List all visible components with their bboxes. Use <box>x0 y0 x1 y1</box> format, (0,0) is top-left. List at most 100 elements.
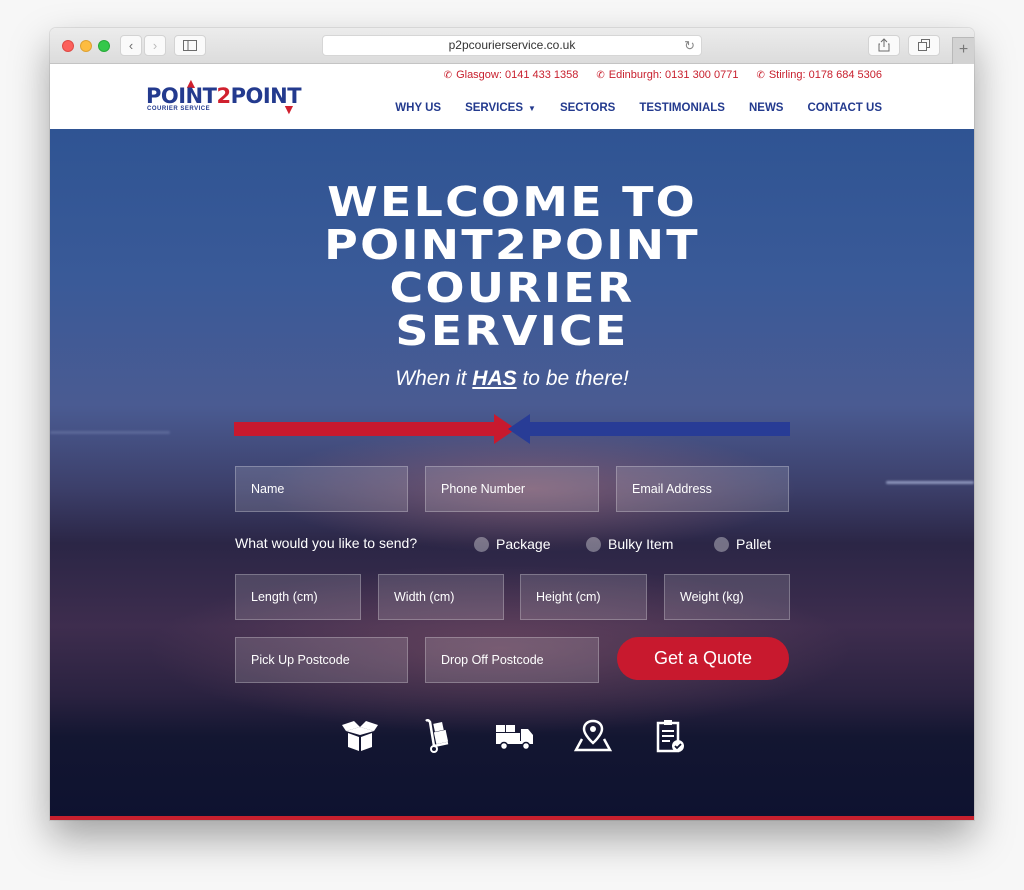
nav-label: CONTACT US <box>807 102 882 114</box>
tagline-emphasis: HAS <box>472 367 517 390</box>
nav-label: TESTIMONIALS <box>639 102 725 114</box>
new-tab-button[interactable]: + <box>952 37 974 64</box>
phone-icon: ✆ <box>756 69 765 81</box>
service-icons <box>340 719 690 755</box>
minimize-window-button[interactable] <box>80 40 92 52</box>
logo-part-1: POINT <box>146 84 217 108</box>
close-window-button[interactable] <box>62 40 74 52</box>
sidebar-toggle-button[interactable] <box>174 35 206 56</box>
hero-title-line: POINT2POINT <box>324 221 700 269</box>
logo-text: POINT2POINT <box>146 84 302 108</box>
phone-icon: ✆ <box>596 69 605 81</box>
nav-news[interactable]: NEWS <box>749 102 784 114</box>
chevron-left-icon: ‹ <box>128 38 134 53</box>
forward-button[interactable]: › <box>144 35 166 56</box>
browser-toolbar: ‹ › p2pcourierservice.co.uk ↻ + <box>50 28 974 64</box>
radio-bulky-item[interactable]: Bulky Item <box>586 536 673 552</box>
hero-title-line: SERVICE <box>395 307 629 355</box>
phone-stirling[interactable]: ✆ Stirling: 0178 684 5306 <box>756 69 882 81</box>
blue-arrow-head <box>508 414 530 444</box>
placeholder: Email Address <box>632 482 712 496</box>
logo-subtitle: COURIER SERVICE <box>147 106 211 112</box>
light-streak <box>50 431 170 434</box>
light-streak <box>886 481 974 484</box>
radio-label: Package <box>496 536 551 552</box>
nav-label: SECTORS <box>559 102 616 114</box>
hand-truck-icon <box>424 719 448 753</box>
tagline: When it HAS to be there! <box>50 367 974 391</box>
length-input[interactable]: Length (cm) <box>235 574 361 620</box>
hero-title: WELCOME TO POINT2POINT COURIER SERVICE <box>50 181 974 353</box>
nav-label: WHY US <box>395 102 442 114</box>
radio-pallet[interactable]: Pallet <box>714 536 771 552</box>
checklist-icon <box>656 720 684 753</box>
hero-title-line: COURIER <box>389 264 635 312</box>
address-bar[interactable]: p2pcourierservice.co.uk ↻ <box>322 35 702 56</box>
share-button[interactable] <box>868 35 900 56</box>
reload-icon[interactable]: ↻ <box>684 36 695 55</box>
email-input[interactable]: Email Address <box>616 466 789 512</box>
radio-label: Pallet <box>736 536 772 552</box>
nav-services[interactable]: SERVICES ▼ <box>465 102 536 114</box>
radio-circle[interactable] <box>474 536 489 552</box>
chevron-right-icon: › <box>152 38 158 53</box>
converging-arrows-graphic <box>234 414 790 444</box>
phone-input[interactable]: Phone Number <box>425 466 599 512</box>
phone-label: Stirling: 0178 684 5306 <box>768 69 882 81</box>
radio-circle[interactable] <box>714 536 729 552</box>
name-input[interactable]: Name <box>235 466 408 512</box>
main-nav: WHY US SERVICES ▼ SECTORS TESTIMONIALS NE… <box>395 102 882 114</box>
plus-icon: + <box>958 41 969 58</box>
phone-numbers: ✆ Glasgow: 0141 433 1358 ✆ Edinburgh: 0131… <box>444 69 882 81</box>
nav-testimonials[interactable]: TESTIMONIALS <box>639 102 725 114</box>
phone-icon: ✆ <box>443 69 453 81</box>
placeholder: Width (cm) <box>394 590 455 604</box>
placeholder: Height (cm) <box>536 590 601 604</box>
tagline-after: to be there! <box>516 367 629 390</box>
phone-edinburgh[interactable]: ✆ Edinburgh: 0131 300 0771 <box>596 69 738 81</box>
tabs-icon <box>918 39 930 51</box>
placeholder: Name <box>251 482 285 496</box>
logo[interactable]: ▲ POINT2POINT COURIER SERVICE ▼ <box>146 76 326 116</box>
browser-window: ‹ › p2pcourierservice.co.uk ↻ + ▲ POINT2… <box>50 28 974 820</box>
placeholder: Weight (kg) <box>680 590 744 604</box>
placeholder: Pick Up Postcode <box>251 653 350 667</box>
show-tabs-button[interactable] <box>908 35 940 56</box>
pickup-postcode-input[interactable]: Pick Up Postcode <box>235 637 408 683</box>
dropoff-postcode-input[interactable]: Drop Off Postcode <box>425 637 599 683</box>
blue-arrow-shaft <box>528 422 790 436</box>
weight-input[interactable]: Weight (kg) <box>664 574 790 620</box>
url-text: p2pcourierservice.co.uk <box>448 38 576 52</box>
delivery-truck-icon <box>496 725 533 751</box>
site-header: ▲ POINT2POINT COURIER SERVICE ▼ ✆ Glasgow… <box>50 64 974 129</box>
back-button[interactable]: ‹ <box>120 35 142 56</box>
send-type-question: What would you like to send? <box>235 535 418 551</box>
hero-bottom-accent <box>50 816 974 820</box>
sidebar-icon <box>183 40 197 51</box>
get-quote-button[interactable]: Get a Quote <box>617 637 789 680</box>
hero-section: WELCOME TO POINT2POINT COURIER SERVICE W… <box>50 129 974 820</box>
maximize-window-button[interactable] <box>98 40 110 52</box>
radio-package[interactable]: Package <box>474 536 550 552</box>
red-arrow-shaft <box>234 422 496 436</box>
tagline-before: When it <box>395 367 473 390</box>
map-pin-icon <box>573 719 612 752</box>
phone-glasgow[interactable]: ✆ Glasgow: 0141 433 1358 <box>444 69 579 81</box>
nav-label: NEWS <box>748 102 784 114</box>
nav-contact-us[interactable]: CONTACT US <box>807 102 882 114</box>
radio-circle[interactable] <box>586 536 601 552</box>
placeholder: Drop Off Postcode <box>441 653 544 667</box>
phone-label: Edinburgh: 0131 300 0771 <box>608 69 739 81</box>
open-box-icon <box>342 721 378 751</box>
nav-label: SERVICES <box>465 102 524 114</box>
phone-label: Glasgow: 0141 433 1358 <box>456 69 579 81</box>
share-icon <box>878 38 890 52</box>
hero-title-line: WELCOME TO <box>327 178 697 226</box>
nav-sectors[interactable]: SECTORS <box>560 102 615 114</box>
height-input[interactable]: Height (cm) <box>520 574 647 620</box>
placeholder: Length (cm) <box>251 590 318 604</box>
chevron-down-icon: ▼ <box>528 103 536 113</box>
width-input[interactable]: Width (cm) <box>378 574 504 620</box>
placeholder: Phone Number <box>441 482 526 496</box>
nav-why-us[interactable]: WHY US <box>395 102 441 114</box>
